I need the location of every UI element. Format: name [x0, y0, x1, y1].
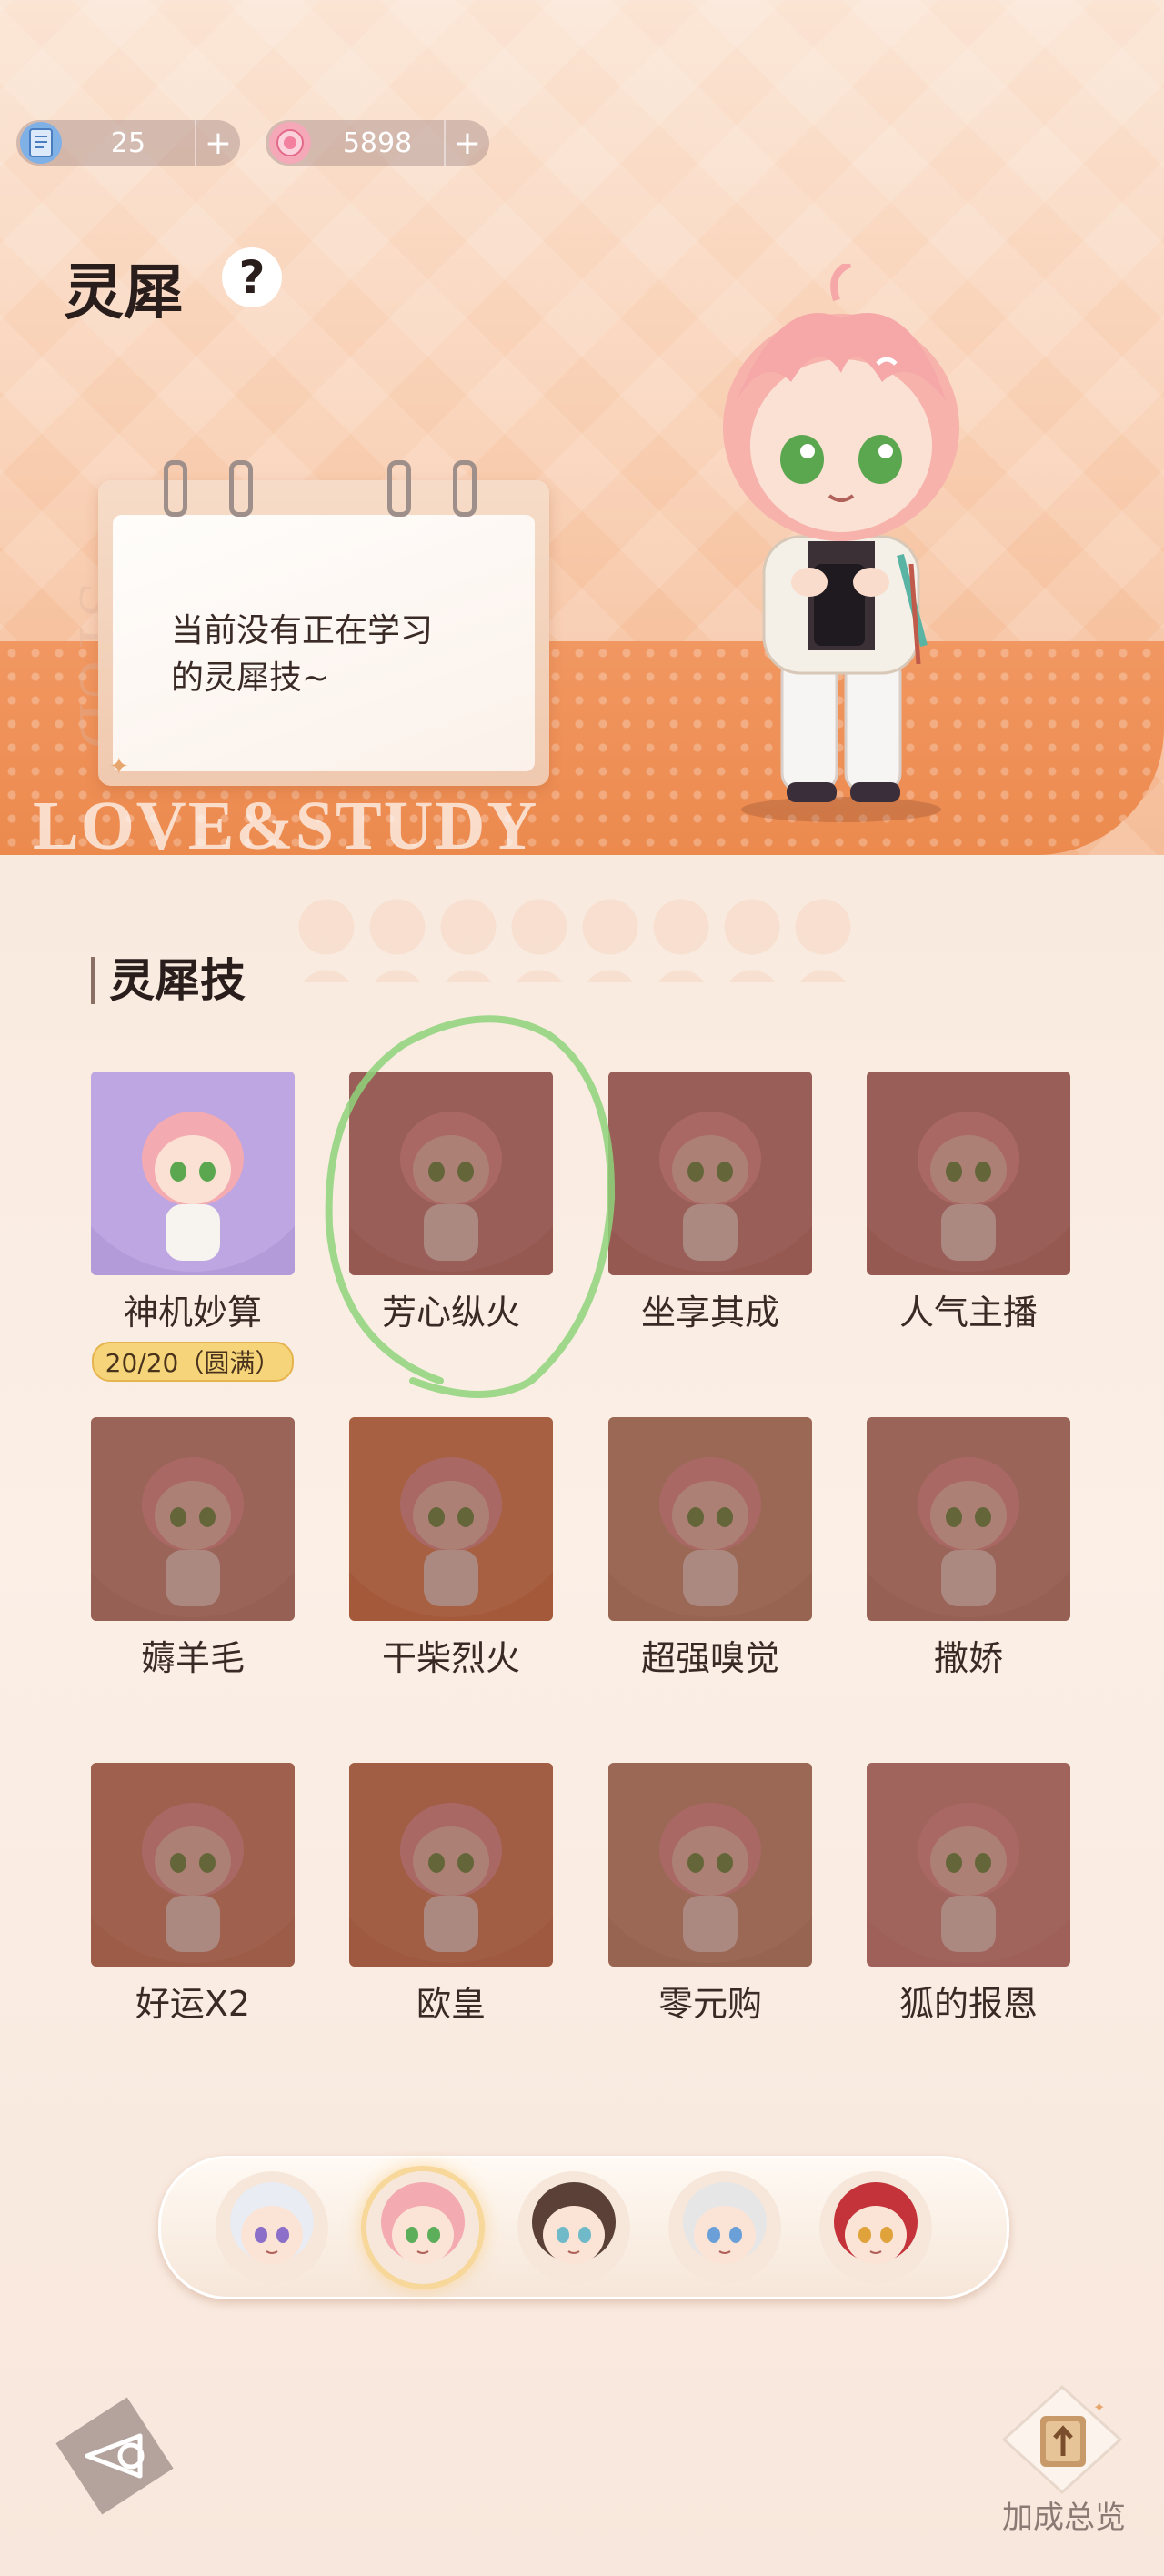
skill-thumbnail[interactable] [91, 1072, 295, 1275]
gem-count: 5898 [342, 126, 413, 159]
locked-overlay [867, 1072, 1070, 1275]
love-study-wordmark: LOVE&STUDY [33, 788, 539, 855]
skill-thumbnail[interactable] [867, 1763, 1070, 1967]
no-skill-line-2: 的灵犀技~ [171, 659, 330, 697]
hero-character-illustration [723, 264, 959, 822]
skill-card[interactable]: 好运X2 [91, 1763, 295, 2026]
highlight-circle-annotation [325, 1015, 616, 1398]
skill-thumbnail[interactable] [349, 1763, 553, 1967]
skill-thumbnail[interactable] [349, 1417, 553, 1621]
locked-overlay [349, 1417, 553, 1621]
ticket-icon [20, 122, 62, 164]
current-skill-notebook: 当前没有正在学习 的灵犀技~ ✦ [98, 460, 549, 786]
character-avatar-red-hair-character[interactable] [819, 2171, 932, 2284]
ticket-counter: 25 + [16, 120, 240, 166]
skill-card[interactable]: 撒娇 [867, 1417, 1070, 1680]
notebook-ring [453, 460, 477, 517]
skill-name: 人气主播 [898, 1293, 1038, 1333]
add-tickets-button[interactable]: + [195, 120, 240, 166]
skill-name: 神机妙算 [123, 1293, 262, 1333]
decorative-bubbles [291, 891, 855, 982]
skill-name: 薅羊毛 [140, 1638, 245, 1678]
locked-overlay [608, 1763, 812, 1967]
bonus-overview-label[interactable]: 加成总览 [991, 2492, 1137, 2537]
help-button[interactable]: ? [222, 247, 282, 307]
ticket-count: 25 [110, 126, 146, 159]
locked-overlay [91, 1417, 295, 1621]
character-avatar-silver-hair-character[interactable] [668, 2171, 781, 2284]
skill-name: 狐的报恩 [898, 1984, 1038, 2024]
skill-thumbnail[interactable] [867, 1417, 1070, 1621]
locked-overlay [867, 1763, 1070, 1967]
skill-level-badge: 20/20（圆满） [92, 1342, 294, 1382]
notebook-ring [387, 460, 411, 517]
character-avatar-pink-hair-character[interactable] [366, 2171, 479, 2284]
skill-card[interactable]: 神机妙算 20/20（圆满） [91, 1072, 295, 1382]
skill-name: 超强嗅觉 [640, 1638, 779, 1678]
character-avatar-brown-hair-character[interactable] [517, 2171, 630, 2284]
svg-text:✦: ✦ [1093, 2399, 1105, 2416]
locked-overlay [867, 1417, 1070, 1621]
skill-thumbnail[interactable] [91, 1417, 295, 1621]
locked-overlay [608, 1417, 812, 1621]
skill-card[interactable]: 零元购 [608, 1763, 812, 2026]
sparkle-icon: ✦ [109, 753, 129, 780]
gem-counter: 5898 + [266, 120, 489, 166]
skill-name: 零元购 [657, 1984, 762, 2024]
back-arrow-icon[interactable] [51, 2392, 178, 2520]
skill-card[interactable]: 薅羊毛 [91, 1417, 295, 1680]
skill-name: 干柴烈火 [381, 1638, 520, 1678]
skill-card[interactable]: 干柴烈火 [349, 1417, 553, 1680]
skill-card[interactable]: 超强嗅觉 [608, 1417, 812, 1680]
no-skill-message: 当前没有正在学习 的灵犀技~ [171, 608, 517, 702]
skill-card[interactable]: 狐的报恩 [867, 1763, 1070, 2026]
skill-thumbnail[interactable] [608, 1763, 812, 1967]
no-skill-line-1: 当前没有正在学习 [171, 612, 434, 649]
add-gems-button[interactable]: + [444, 120, 489, 166]
skill-card[interactable]: 人气主播 [867, 1072, 1070, 1334]
locked-overlay [349, 1763, 553, 1967]
skill-thumbnail[interactable] [91, 1763, 295, 1967]
skill-card[interactable]: 欧皇 [349, 1763, 553, 2026]
gem-icon [269, 122, 311, 164]
skill-name: 好运X2 [135, 1984, 251, 2024]
skills-section-title: 灵犀技 [91, 957, 246, 1004]
locked-overlay [91, 1763, 295, 1967]
page-title: 灵犀 [64, 257, 184, 327]
character-selector [158, 2156, 1009, 2299]
notebook-ring [164, 460, 187, 517]
skill-thumbnail[interactable] [608, 1417, 812, 1621]
skill-name: 欧皇 [416, 1984, 486, 2024]
skill-thumbnail[interactable] [867, 1072, 1070, 1275]
skill-name: 撒娇 [933, 1638, 1003, 1678]
character-avatar-white-hair-character[interactable] [216, 2171, 328, 2284]
notebook-ring [229, 460, 253, 517]
